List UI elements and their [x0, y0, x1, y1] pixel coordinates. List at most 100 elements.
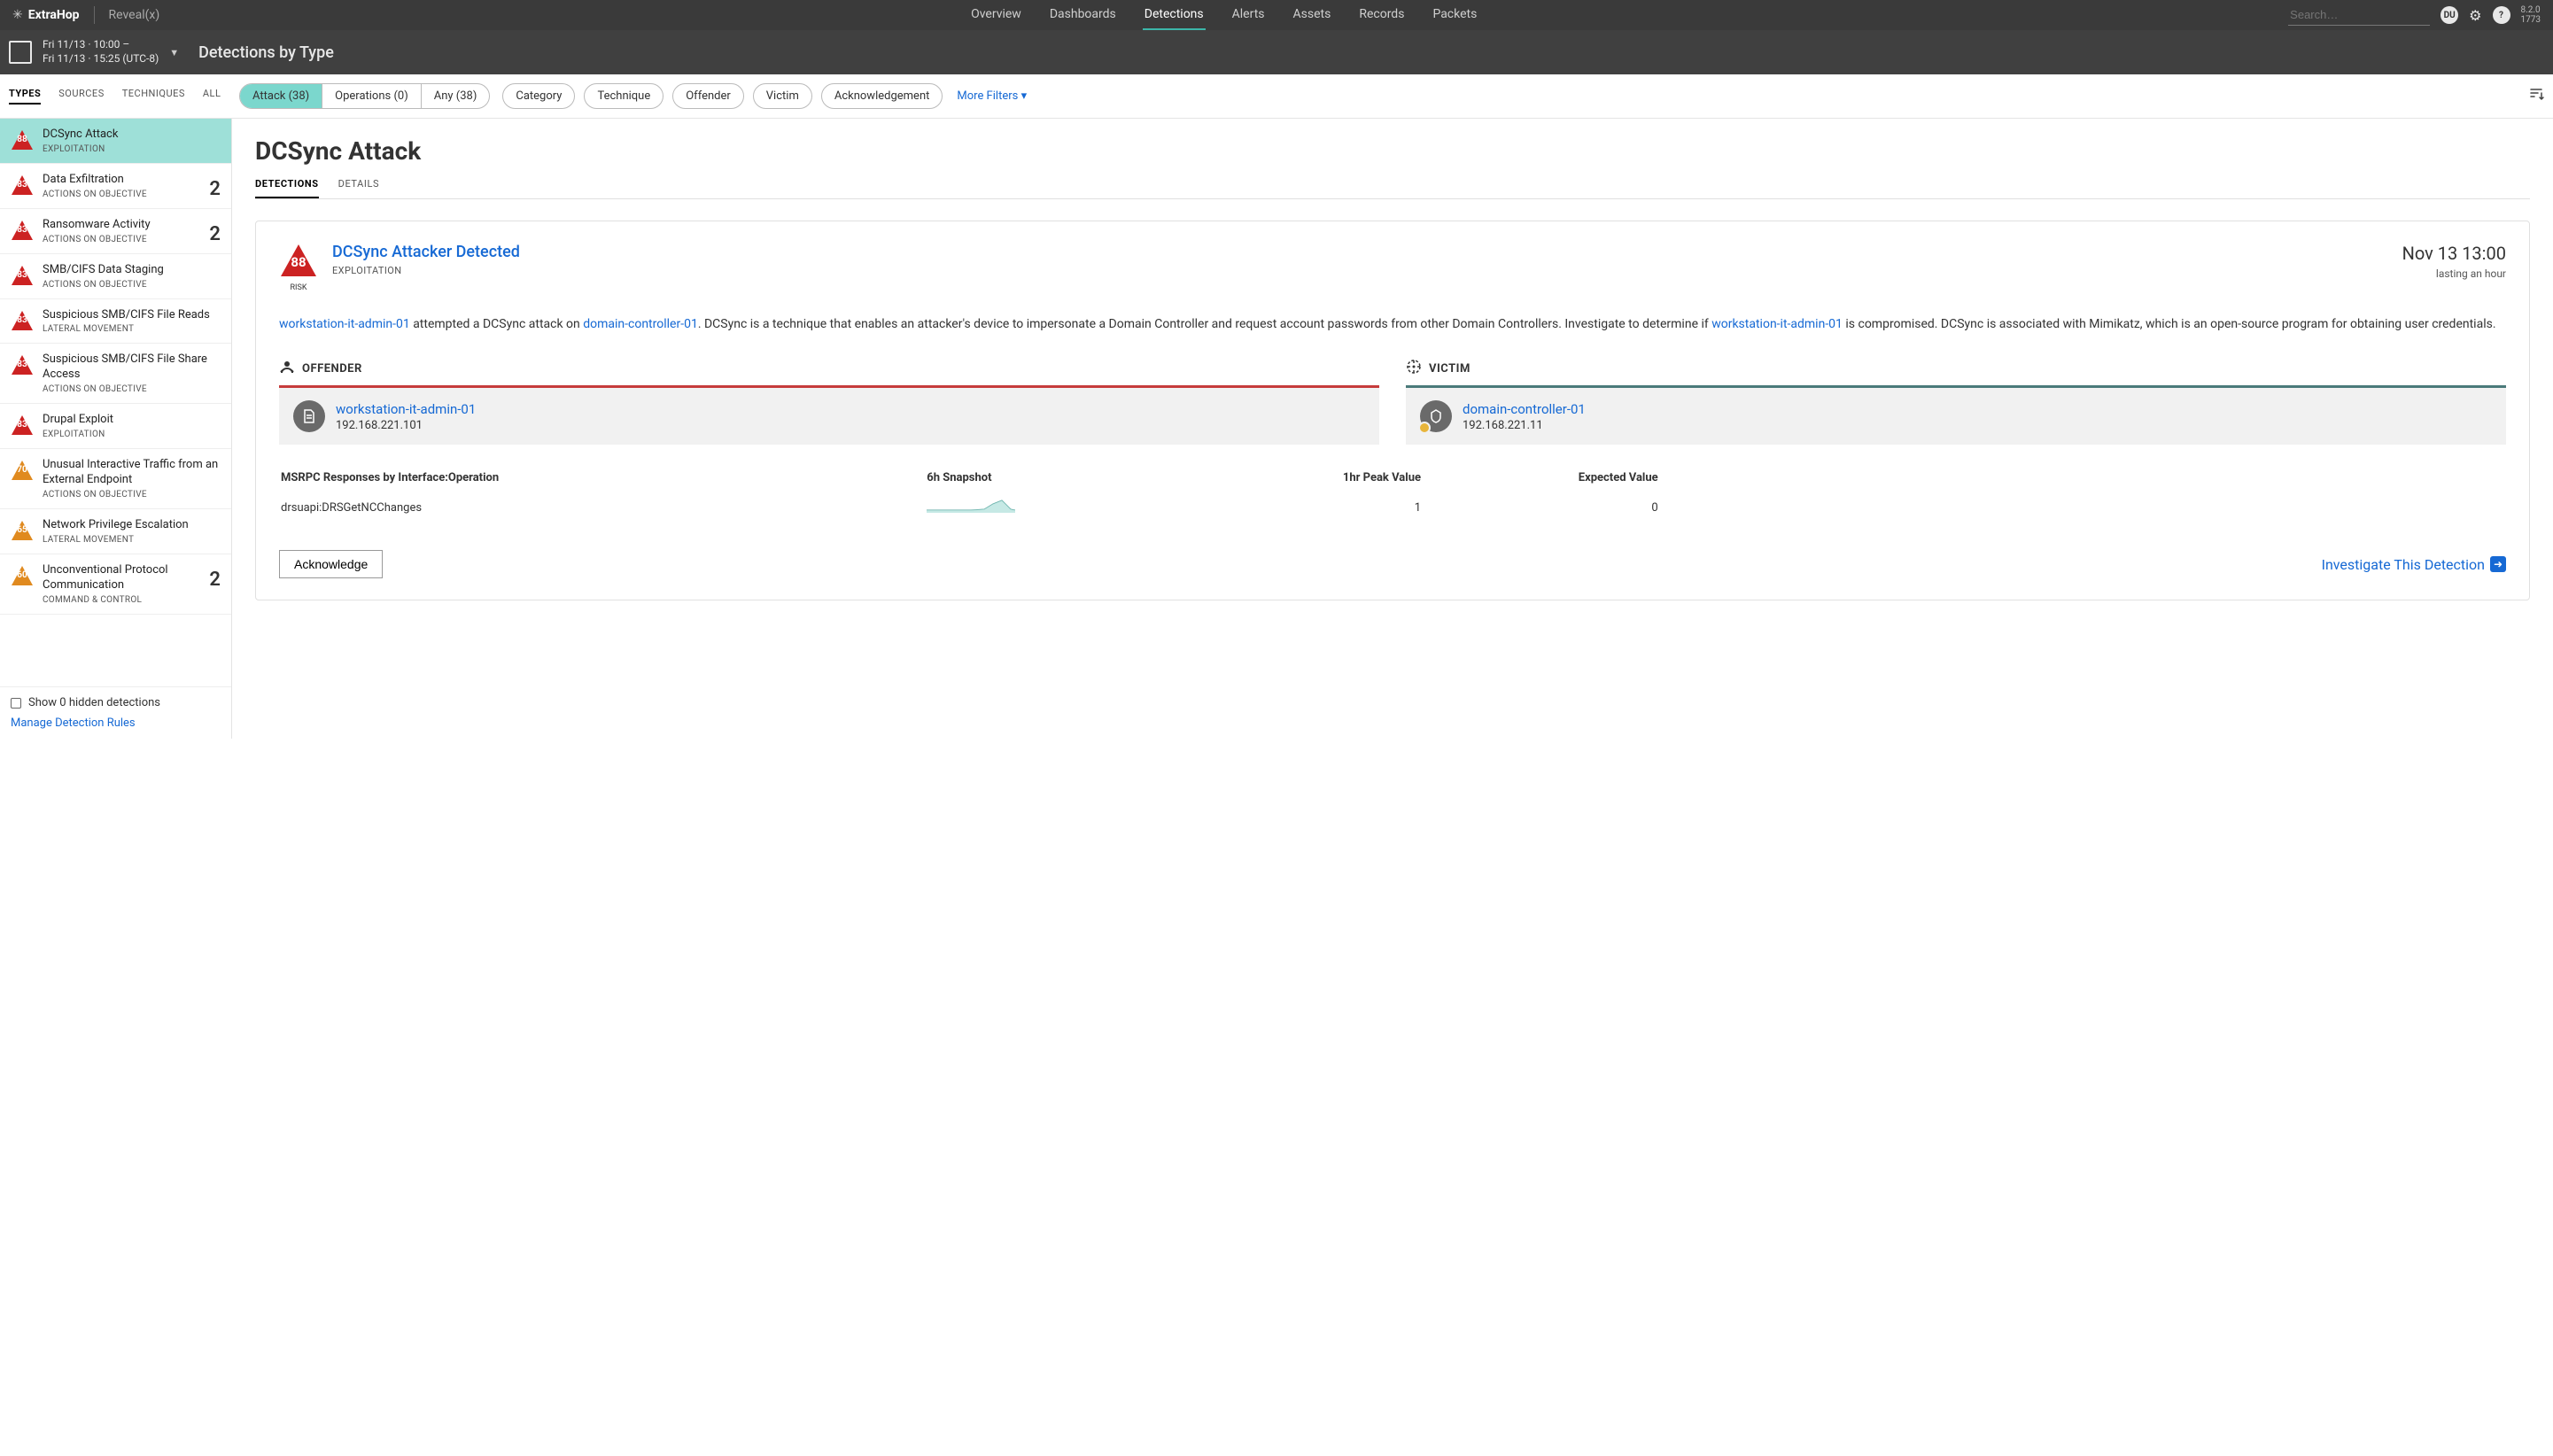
detection-list-item[interactable]: 83 Data Exfiltration ACTIONS ON OBJECTIV… [0, 164, 231, 209]
topnav-assets[interactable]: Assets [1292, 0, 1333, 30]
sparkline [927, 493, 1188, 522]
detection-item-count: 2 [209, 569, 221, 591]
detection-timestamp: Nov 13 13:00 [2402, 243, 2506, 264]
detection-list-item[interactable]: 65 Network Privilege Escalation LATERAL … [0, 509, 231, 554]
topnav-dashboards[interactable]: Dashboards [1048, 0, 1118, 30]
manage-rules-link[interactable]: Manage Detection Rules [11, 716, 136, 730]
detection-item-title: SMB/CIFS Data Staging [43, 263, 221, 278]
timerange-line1: Fri 11/13 · 10:00 – [43, 38, 159, 52]
topnav-detections[interactable]: Detections [1143, 0, 1206, 30]
segment-attack[interactable]: Attack (38) [240, 84, 322, 108]
offender-name-link[interactable]: workstation-it-admin-01 [336, 401, 476, 417]
segment-any[interactable]: Any (38) [422, 84, 490, 108]
brand-name: ExtraHop [28, 8, 80, 22]
detection-list-item[interactable]: 60 Unconventional Protocol Communication… [0, 554, 231, 615]
offender-host-link-2[interactable]: workstation-it-admin-01 [1711, 317, 1843, 331]
filter-offender[interactable]: Offender [672, 83, 744, 109]
risk-triangle-icon: 83 [11, 354, 34, 376]
metric-label: drsuapi:DRSGetNCChanges [281, 493, 925, 522]
topnav-packets[interactable]: Packets [1431, 0, 1478, 30]
segment-operations[interactable]: Operations (0) [322, 84, 422, 108]
user-badge[interactable]: DU [2440, 6, 2458, 24]
detection-list-item[interactable]: 83 Ransomware Activity ACTIONS ON OBJECT… [0, 209, 231, 254]
detail-title: DCSync Attack [255, 136, 2530, 166]
detection-item-title: Unconventional Protocol Communication [43, 563, 221, 593]
dtab-detections[interactable]: DETECTIONS [255, 178, 319, 198]
detection-category: EXPLOITATION [332, 265, 520, 276]
detection-item-category: ACTIONS ON OBJECTIVE [43, 280, 221, 290]
detection-list-item[interactable]: 83 Drupal Exploit EXPLOITATION [0, 404, 231, 449]
risk-triangle-icon: 88 [11, 129, 34, 151]
offender-host-link[interactable]: workstation-it-admin-01 [279, 317, 410, 331]
device-icon [9, 41, 32, 64]
detection-item-category: ACTIONS ON OBJECTIVE [43, 384, 221, 394]
detection-item-title: Ransomware Activity [43, 218, 221, 233]
metrics-table: MSRPC Responses by Interface:Operation 6… [279, 469, 2506, 523]
sort-icon[interactable] [2528, 86, 2544, 106]
time-range-selector[interactable]: Fri 11/13 · 10:00 – Fri 11/13 · 15:25 (U… [9, 38, 179, 66]
offender-box[interactable]: workstation-it-admin-01 192.168.221.101 [279, 388, 1379, 445]
victim-name-link[interactable]: domain-controller-01 [1463, 401, 1586, 417]
gear-icon[interactable]: ⚙ [2469, 7, 2481, 24]
detection-item-title: Suspicious SMB/CIFS File Share Access [43, 352, 221, 383]
detection-list-item[interactable]: 83 SMB/CIFS Data Staging ACTIONS ON OBJE… [0, 254, 231, 299]
offender-icon [279, 359, 295, 378]
detection-item-title: Suspicious SMB/CIFS File Reads [43, 308, 221, 323]
brand-product: Reveal(x) [109, 8, 160, 22]
detection-item-count: 2 [209, 178, 221, 200]
risk-triangle-icon: 83 [11, 174, 34, 196]
type-segment[interactable]: Attack (38) Operations (0) Any (38) [239, 83, 490, 109]
detection-name-link[interactable]: DCSync Attacker Detected [332, 243, 520, 261]
victim-box[interactable]: domain-controller-01 192.168.221.11 [1406, 388, 2506, 445]
offender-label: OFFENDER [302, 362, 362, 376]
topnav-overview[interactable]: Overview [969, 0, 1023, 30]
sidetab-types[interactable]: TYPES [9, 88, 41, 105]
risk-triangle-icon: 83 [11, 414, 34, 436]
detection-item-category: LATERAL MOVEMENT [43, 535, 221, 545]
detection-list-item[interactable]: 83 Suspicious SMB/CIFS File Share Access… [0, 344, 231, 404]
filter-technique[interactable]: Technique [584, 83, 663, 109]
sidetab-techniques[interactable]: TECHNIQUES [122, 88, 185, 105]
brand-logo-icon: ✳ [12, 8, 23, 22]
timerange-line2: Fri 11/13 · 15:25 (UTC-8) [43, 52, 159, 66]
acknowledge-button[interactable]: Acknowledge [279, 550, 383, 578]
detection-description: workstation-it-admin-01 attempted a DCSy… [279, 315, 2506, 334]
risk-triangle-icon: 65 [11, 520, 34, 541]
metric-expected: 0 [1423, 493, 1658, 522]
victim-ip: 192.168.221.11 [1463, 419, 1586, 432]
show-hidden-toggle[interactable]: Show 0 hidden detections [11, 696, 221, 709]
detection-item-title: Unusual Interactive Traffic from an Exte… [43, 458, 221, 488]
risk-triangle-icon: 83 [11, 265, 34, 286]
more-filters-link[interactable]: More Filters ▾ [957, 89, 1027, 103]
offender-ip: 192.168.221.101 [336, 419, 476, 432]
filter-victim[interactable]: Victim [753, 83, 812, 109]
dtab-details[interactable]: DETAILS [338, 178, 380, 198]
detection-item-title: Drupal Exploit [43, 413, 221, 428]
detection-item-category: ACTIONS ON OBJECTIVE [43, 235, 221, 244]
sidetab-sources[interactable]: SOURCES [58, 88, 104, 105]
metric-peak: 1 [1191, 493, 1421, 522]
investigate-link[interactable]: Investigate This Detection ➜ [2322, 556, 2506, 573]
filter-category[interactable]: Category [502, 83, 575, 109]
victim-host-link[interactable]: domain-controller-01 [583, 317, 698, 331]
topnav-records[interactable]: Records [1357, 0, 1406, 30]
topnav-alerts[interactable]: Alerts [1230, 0, 1267, 30]
help-icon[interactable]: ? [2493, 6, 2510, 24]
arrow-right-icon: ➜ [2490, 556, 2506, 572]
detection-item-count: 2 [209, 223, 221, 245]
global-search-input[interactable] [2288, 4, 2430, 26]
checkbox-icon [11, 698, 21, 709]
sidetab-all[interactable]: ALL [203, 88, 221, 105]
chevron-down-icon: ▾ [1021, 89, 1028, 103]
version-label: 8.2.01773 [2521, 5, 2541, 25]
detection-list-item[interactable]: 83 Suspicious SMB/CIFS File Reads LATERA… [0, 299, 231, 345]
server-icon [1420, 400, 1452, 432]
detection-item-category: ACTIONS ON OBJECTIVE [43, 490, 221, 500]
risk-triangle-icon: 60 [11, 565, 34, 586]
detection-list-item[interactable]: 70 Unusual Interactive Traffic from an E… [0, 449, 231, 509]
chevron-down-icon: ▼ [169, 47, 179, 58]
detection-list-item[interactable]: 88 DCSync Attack EXPLOITATION [0, 119, 231, 164]
filter-acknowledgement[interactable]: Acknowledgement [821, 83, 943, 109]
page-title: Detections by Type [198, 43, 334, 62]
risk-triangle-icon: 88 RISK [279, 243, 318, 292]
